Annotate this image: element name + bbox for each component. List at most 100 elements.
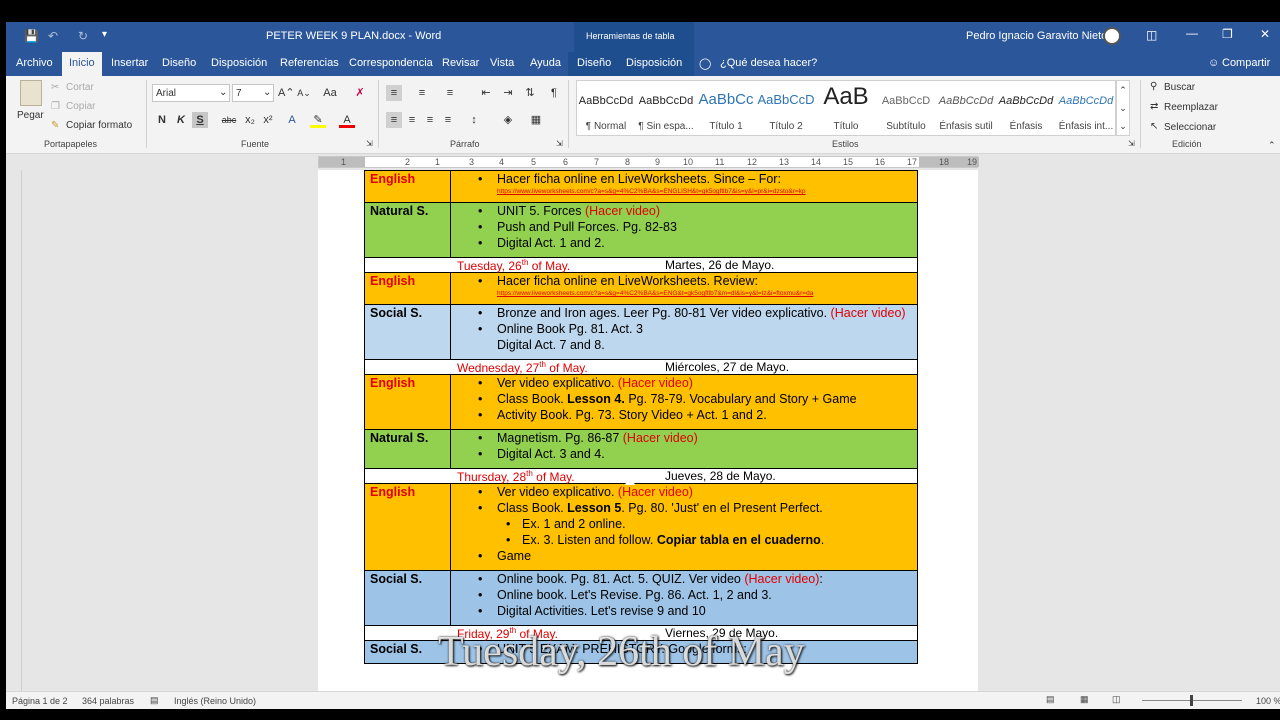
style-title[interactable]: AaB Título [817,83,875,137]
week-plan-table[interactable]: English Hacer ficha online en LiveWorkshe… [364,170,918,664]
tab-table-disposicion[interactable]: Disposición [626,57,682,69]
task-item[interactable]: Digital Act. 7 and 8. [451,337,917,353]
document-page[interactable]: English Hacer ficha online en LiveWorkshe… [318,170,978,691]
day-header-cell[interactable]: Wednesday, 27th of May. Miércoles, 27 de … [364,359,918,375]
web-layout-icon[interactable]: ◫ [1112,694,1121,705]
bullets-icon[interactable]: ≡ [386,85,402,101]
paste-icon[interactable] [20,80,42,106]
tasks-cell[interactable]: UNIT 5. Forces (Hacer video)Push and Pul… [450,202,918,258]
tasks-cell[interactable]: Magnetism. Pg. 86-87 (Hacer video)Digita… [450,429,918,469]
tab-referencias[interactable]: Referencias [280,57,339,69]
dialog-launcher-icon[interactable]: ⇲ [366,139,373,148]
subject-cell[interactable]: English [364,483,451,571]
subject-cell[interactable]: Social S. [364,570,451,626]
underline-button[interactable]: S [192,112,208,128]
page-count[interactable]: Página 1 de 2 [12,696,68,706]
increase-indent-icon[interactable]: ⇥ [500,85,516,101]
zoom-level[interactable]: 100 % [1256,696,1280,706]
tasks-cell[interactable]: Ver video explicativo. (Hacer video)Clas… [450,483,918,571]
tab-inicio[interactable]: Inicio [62,52,102,76]
subject-cell[interactable]: English [364,374,451,430]
undo-icon[interactable]: ↶ [48,29,58,43]
table-row[interactable]: English Ver video explicativo. (Hacer vid… [364,483,918,571]
style-no-spacing[interactable]: AaBbCcDd ¶ Sin espa... [637,83,695,137]
day-header-row[interactable]: Thursday, 28th of May. Jueves, 28 de Mayo… [364,468,918,484]
subject-cell[interactable]: Social S. [364,304,451,360]
tab-ayuda[interactable]: Ayuda [530,57,561,69]
align-left-icon[interactable]: ≡ [386,112,402,128]
subject-cell[interactable]: English [364,170,451,203]
bold-button[interactable]: N [154,112,170,128]
task-item[interactable]: Hacer ficha online en LiveWorksheets. Re… [451,273,917,289]
horizontal-ruler[interactable]: 1 2 1 3 4 5 6 7 8 9 10 11 12 13 14 15 16… [6,154,1280,170]
tab-disposicion[interactable]: Disposición [211,57,267,69]
numbering-icon[interactable]: ≡ [414,85,430,101]
table-row[interactable]: Natural S.UNIT 5. Forces (Hacer video)Pu… [364,202,918,258]
read-mode-icon[interactable]: ▤ [1046,694,1055,705]
select-button[interactable]: Seleccionar [1164,122,1216,133]
subscript-button[interactable]: x₂ [242,112,258,128]
italic-button[interactable]: K [173,112,189,128]
tasks-cell[interactable]: Bronze and Iron ages. Leer Pg. 80-81 Ver… [450,304,918,360]
style-subtitle[interactable]: AaBbCcD Subtítulo [877,83,935,137]
tab-correspondencia[interactable]: Correspondencia [349,57,433,69]
task-item[interactable]: Activity Book. Pg. 73. Story Video + Act… [451,407,917,423]
cut-button[interactable]: Cortar [66,82,94,93]
dialog-launcher-icon[interactable]: ⇲ [556,139,563,148]
vertical-ruler[interactable] [6,170,22,691]
ribbon-options-icon[interactable]: ◫ [1146,28,1157,42]
font-name-select[interactable]: Arial ⌄ [152,84,230,102]
task-item[interactable]: UNIT 5. Forces (Hacer video) [451,203,917,219]
day-header-row[interactable]: Wednesday, 27th of May. Miércoles, 27 de … [364,359,918,375]
redo-icon[interactable]: ↻ [78,29,88,43]
change-case-button[interactable]: Aa [318,85,342,101]
tab-archivo[interactable]: Archivo [16,57,53,69]
task-item[interactable]: Online book. Let's Revise. Pg. 86. Act. … [451,587,917,603]
day-header-cell[interactable]: Thursday, 28th of May. Jueves, 28 de Mayo… [364,468,918,484]
task-item[interactable]: Ex. 3. Listen and follow. Copiar tabla e… [451,532,917,548]
replace-button[interactable]: Reemplazar [1164,102,1218,113]
decrease-indent-icon[interactable]: ⇤ [478,85,494,101]
task-item[interactable]: Ver video explicativo. (Hacer video) [451,375,917,391]
shrink-font-icon[interactable]: A⌄ [296,85,312,101]
style-normal[interactable]: AaBbCcDd ¶ Normal [577,83,635,137]
task-item[interactable]: Ver video explicativo. (Hacer video) [451,484,917,500]
task-item[interactable]: Online Book Pg. 81. Act. 3 [451,321,917,337]
tab-insertar[interactable]: Insertar [111,57,148,69]
table-row[interactable]: Social S. Online book. Pg. 81. Act. 5. QU… [364,570,918,626]
justify-icon[interactable]: ≡ [440,112,456,128]
dialog-launcher-icon[interactable]: ⇲ [1128,139,1135,148]
tasks-cell[interactable]: Ver video explicativo. (Hacer video)Clas… [450,374,918,430]
superscript-button[interactable]: x² [260,112,276,128]
align-right-icon[interactable]: ≡ [422,112,438,128]
format-painter-button[interactable]: Copiar formato [66,120,132,131]
shading-icon[interactable]: ◈ [500,112,516,128]
table-row[interactable]: Social S. Bronze and Iron ages. Leer Pg. … [364,304,918,360]
style-intense-emphasis[interactable]: AaBbCcDd Énfasis int... [1057,83,1115,137]
strikethrough-button[interactable]: abc [218,112,240,128]
tell-me-search[interactable]: ¿Qué desea hacer? [720,57,817,69]
borders-icon[interactable]: ▦ [528,112,544,128]
save-icon[interactable]: 💾 [24,29,39,43]
line-spacing-icon[interactable]: ↕ [466,112,482,128]
style-heading2[interactable]: AaBbCcD Título 2 [757,83,815,137]
tab-revisar[interactable]: Revisar [442,57,479,69]
task-item[interactable]: Ex. 1 and 2 online. [451,516,917,532]
table-row[interactable]: English Hacer ficha online en LiveWorkshe… [364,272,918,305]
task-item[interactable]: Online book. Pg. 81. Act. 5. QUIZ. Ver v… [451,571,917,587]
task-item[interactable]: Magnetism. Pg. 86-87 (Hacer video) [451,430,917,446]
paste-button[interactable]: Pegar [17,110,44,121]
day-header-row[interactable]: Tuesday, 26th of May. Martes, 26 de Mayo. [364,257,918,273]
find-button[interactable]: Buscar [1164,82,1195,93]
language-indicator[interactable]: Inglés (Reino Unido) [174,696,256,706]
maximize-icon[interactable]: ❐ [1222,27,1233,41]
collapse-ribbon-icon[interactable]: ⌃ [1268,140,1276,151]
user-name[interactable]: Pedro Ignacio Garavito Nieto [966,30,1107,42]
show-marks-icon[interactable]: ¶ [546,85,562,101]
multilevel-list-icon[interactable]: ≡ [442,85,458,101]
font-size-select[interactable]: 7 ⌄ [232,84,274,102]
proofing-icon[interactable]: ▤ [150,695,159,706]
styles-scroll[interactable]: ⌃ ⌄ ⌄ [1116,80,1130,136]
task-item[interactable]: Digital Act. 3 and 4. [451,446,917,462]
task-item[interactable]: Digital Act. 1 and 2. [451,235,917,251]
